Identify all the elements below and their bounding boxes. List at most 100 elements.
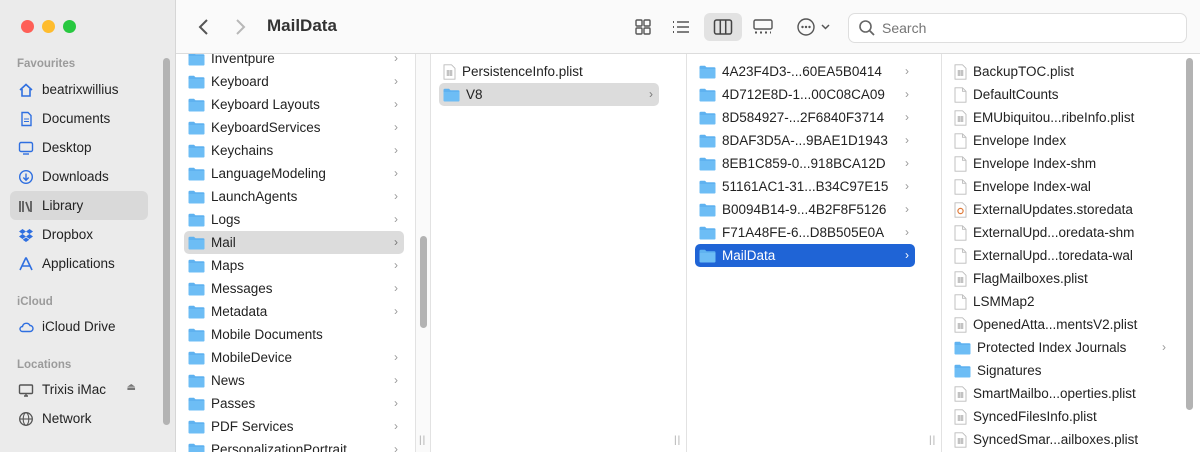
list-view-button[interactable] [666, 13, 696, 41]
file-row[interactable]: EMUbiquitou...ribeInfo.plist [950, 106, 1172, 129]
column-resize-handle[interactable]: || [419, 435, 426, 446]
file-row[interactable]: Envelope Index-shm [950, 152, 1172, 175]
sidebar-item-dropbox[interactable]: Dropbox [10, 220, 148, 249]
sidebar-item-applications[interactable]: Applications [10, 249, 148, 278]
column-resize-handle[interactable]: || [674, 435, 681, 446]
plist-file-icon [954, 270, 967, 287]
action-menu-button[interactable] [794, 13, 836, 41]
chevron-right-icon: › [394, 350, 398, 364]
file-row[interactable]: Envelope Index [950, 129, 1172, 152]
sidebar-item-trixis-imac[interactable]: Trixis iMac ⏏ [10, 375, 148, 404]
desktop-icon [18, 141, 34, 155]
column-1-scrollbar-thumb[interactable] [420, 236, 427, 328]
folder-row[interactable]: LaunchAgents › [184, 185, 404, 208]
folder-row[interactable]: 8DAF3D5A-...9BAE1D1943 › [695, 129, 915, 152]
file-row[interactable]: OpenedAtta...mentsV2.plist [950, 313, 1172, 336]
sidebar-scrollbar[interactable] [163, 58, 170, 425]
file-row[interactable]: SyncedFilesInfo.plist [950, 405, 1172, 428]
sidebar-item-label: beatrixwillius [42, 82, 119, 97]
sidebar-item-downloads[interactable]: Downloads [10, 162, 148, 191]
icon-view-button[interactable] [628, 13, 658, 41]
file-row[interactable]: PersistenceInfo.plist [439, 60, 659, 83]
folder-row[interactable]: 4D712E8D-1...00C08CA09 › [695, 83, 915, 106]
sidebar-item-desktop[interactable]: Desktop [10, 133, 148, 162]
file-row[interactable]: ExternalUpd...oredata-shm [950, 221, 1172, 244]
folder-icon [188, 54, 205, 65]
zoom-button[interactable] [63, 20, 76, 33]
sidebar-item-library[interactable]: Library [10, 191, 148, 220]
chevron-right-icon: › [394, 143, 398, 157]
chevron-left-icon [198, 19, 208, 35]
chevron-right-icon: › [394, 304, 398, 318]
folder-row[interactable]: V8 › [439, 83, 659, 106]
folder-row[interactable]: Mobile Documents [184, 323, 404, 346]
folder-row[interactable]: Maps › [184, 254, 404, 277]
folder-row[interactable]: MailData › [695, 244, 915, 267]
file-row[interactable]: Envelope Index-wal [950, 175, 1172, 198]
folder-row[interactable]: Protected Index Journals › [950, 336, 1172, 359]
item-label: DefaultCounts [973, 87, 1059, 102]
folder-row[interactable]: 8EB1C859-0...918BCA12D › [695, 152, 915, 175]
folder-row[interactable]: B0094B14-9...4B2F8F5126 › [695, 198, 915, 221]
folder-row[interactable]: MobileDevice › [184, 346, 404, 369]
list-icon [673, 21, 689, 33]
file-row[interactable]: BackupTOC.plist [950, 60, 1172, 83]
folder-icon [699, 249, 716, 262]
folder-row[interactable]: KeyboardServices › [184, 116, 404, 139]
folder-row[interactable]: Keychains › [184, 139, 404, 162]
applications-icon [19, 256, 33, 270]
folder-row[interactable]: Keyboard › [184, 70, 404, 93]
folder-row[interactable]: Logs › [184, 208, 404, 231]
dropbox-icon [19, 228, 33, 242]
sidebar-item-network[interactable]: Network [10, 404, 148, 433]
sidebar-item-documents[interactable]: Documents [10, 104, 148, 133]
file-row[interactable]: SmartMailbo...operties.plist [950, 382, 1172, 405]
file-row[interactable]: ExternalUpd...toredata-wal [950, 244, 1172, 267]
file-icon [954, 155, 967, 172]
column-4-scrollbar[interactable] [1186, 58, 1193, 410]
folder-row[interactable]: Inventpure › [184, 54, 404, 70]
folder-row[interactable]: 51161AC1-31...B34C97E15 › [695, 175, 915, 198]
eject-icon[interactable]: ⏏ [127, 382, 136, 393]
folder-icon [954, 341, 971, 354]
folder-row[interactable]: Signatures [950, 359, 1172, 382]
column-resize-handle[interactable]: || [929, 435, 936, 446]
folder-row[interactable]: Passes › [184, 392, 404, 415]
file-row[interactable]: LSMMap2 [950, 290, 1172, 313]
gallery-view-button[interactable] [748, 13, 778, 41]
chevron-right-icon: › [394, 235, 398, 249]
folder-row[interactable]: LanguageModeling › [184, 162, 404, 185]
sidebar-item-label: Desktop [42, 140, 92, 155]
sidebar-item-label: Downloads [42, 169, 109, 184]
minimize-button[interactable] [42, 20, 55, 33]
column-view-button[interactable] [704, 13, 742, 41]
sidebar-item-home[interactable]: beatrixwillius [10, 75, 148, 104]
folder-row[interactable]: Mail › [184, 231, 404, 254]
back-button[interactable] [192, 15, 216, 39]
file-row[interactable]: SyncedSmar...ailboxes.plist [950, 428, 1172, 451]
library-icon [19, 200, 32, 212]
folder-row[interactable]: Metadata › [184, 300, 404, 323]
forward-button[interactable] [228, 15, 252, 39]
search-input[interactable] [882, 20, 1162, 36]
folder-row[interactable]: Messages › [184, 277, 404, 300]
folder-row[interactable]: News › [184, 369, 404, 392]
folder-row[interactable]: PersonalizationPortrait › [184, 438, 404, 452]
item-label: SmartMailbo...operties.plist [973, 386, 1136, 401]
item-label: Envelope Index-shm [973, 156, 1097, 171]
folder-row[interactable]: Keyboard Layouts › [184, 93, 404, 116]
file-row[interactable]: FlagMailboxes.plist [950, 267, 1172, 290]
search-field[interactable] [848, 13, 1187, 43]
folder-icon [188, 397, 205, 410]
folder-row[interactable]: 4A23F4D3-...60EA5B0414 › [695, 60, 915, 83]
sidebar-item-icloud-drive[interactable]: iCloud Drive [10, 312, 148, 341]
folder-row[interactable]: F71A48FE-6...D8B505E0A › [695, 221, 915, 244]
folder-icon [699, 157, 716, 170]
folder-row[interactable]: 8D584927-...2F6840F3714 › [695, 106, 915, 129]
file-row[interactable]: ExternalUpdates.storedata [950, 198, 1172, 221]
close-button[interactable] [21, 20, 34, 33]
item-label: 51161AC1-31...B34C97E15 [722, 179, 889, 194]
file-row[interactable]: DefaultCounts [950, 83, 1172, 106]
folder-row[interactable]: PDF Services › [184, 415, 404, 438]
folder-icon [699, 226, 716, 239]
